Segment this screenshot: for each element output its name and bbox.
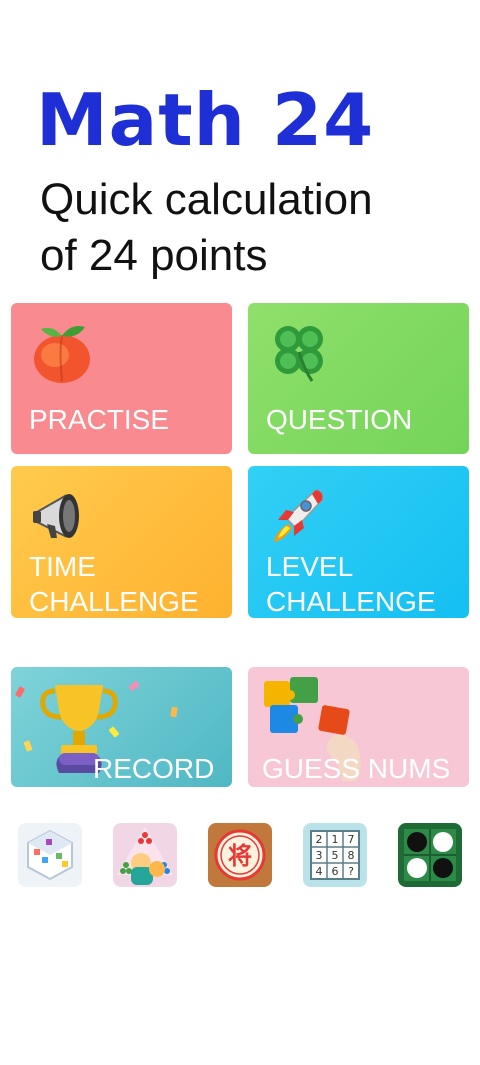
- app-subtitle: Quick calculation of 24 points: [40, 172, 373, 284]
- confetti-decoration: [170, 706, 178, 718]
- question-label: QUESTION: [266, 404, 413, 435]
- grid-cell: 6: [332, 865, 339, 878]
- xiangqi-char: 将: [228, 842, 252, 870]
- rocket-icon: [266, 482, 332, 559]
- level-challenge-label: LEVEL CHALLENGE: [266, 549, 436, 618]
- megaphone-icon: [29, 484, 95, 557]
- level-challenge-button[interactable]: LEVEL CHALLENGE: [248, 466, 469, 618]
- grid-cell: ?: [348, 865, 354, 878]
- guess-nums-label: GUESS NUMS: [262, 753, 451, 784]
- sudoku-numbers-app-icon[interactable]: 2 1 7 3 5 8 4 6 ?: [303, 823, 367, 887]
- practise-button[interactable]: PRACTISE: [11, 303, 232, 454]
- chinese-checkers-app-icon[interactable]: [113, 823, 177, 887]
- grid-cell: 8: [348, 849, 355, 862]
- grid-cell: 1: [332, 833, 339, 846]
- record-button[interactable]: RECORD: [11, 667, 232, 787]
- time-label-line-1: TIME: [29, 551, 96, 582]
- reversi-app-icon[interactable]: [398, 823, 462, 887]
- confetti-decoration: [23, 740, 33, 752]
- confetti-decoration: [14, 686, 26, 698]
- time-challenge-label: TIME CHALLENGE: [29, 549, 199, 618]
- practise-label: PRACTISE: [29, 404, 170, 435]
- question-button[interactable]: QUESTION: [248, 303, 469, 454]
- time-challenge-button[interactable]: TIME CHALLENGE: [11, 466, 232, 618]
- guess-nums-button[interactable]: GUESS NUMS: [248, 667, 469, 787]
- subtitle-line-1: Quick calculation: [40, 175, 373, 224]
- grid-cell: 2: [316, 833, 323, 846]
- grid-cell: 4: [316, 865, 323, 878]
- time-label-line-2: CHALLENGE: [29, 586, 199, 617]
- four-leaf-clover-icon: [266, 319, 332, 396]
- record-label: RECORD: [93, 753, 215, 784]
- grid-cell: 5: [332, 849, 339, 862]
- confetti-decoration: [128, 680, 140, 692]
- math-cube-app-icon[interactable]: [18, 823, 82, 887]
- peach-icon: [29, 319, 95, 396]
- grid-cell: 3: [316, 849, 323, 862]
- xiangqi-app-icon[interactable]: 将: [208, 823, 272, 887]
- subtitle-line-2: of 24 points: [40, 231, 268, 280]
- app-title: Math 24: [36, 78, 375, 162]
- more-apps-row: 将 2 1 7 3 5 8 4 6 ?: [0, 823, 480, 889]
- level-label-line-2: CHALLENGE: [266, 586, 436, 617]
- grid-cell: 7: [348, 833, 355, 846]
- level-label-line-1: LEVEL: [266, 551, 354, 582]
